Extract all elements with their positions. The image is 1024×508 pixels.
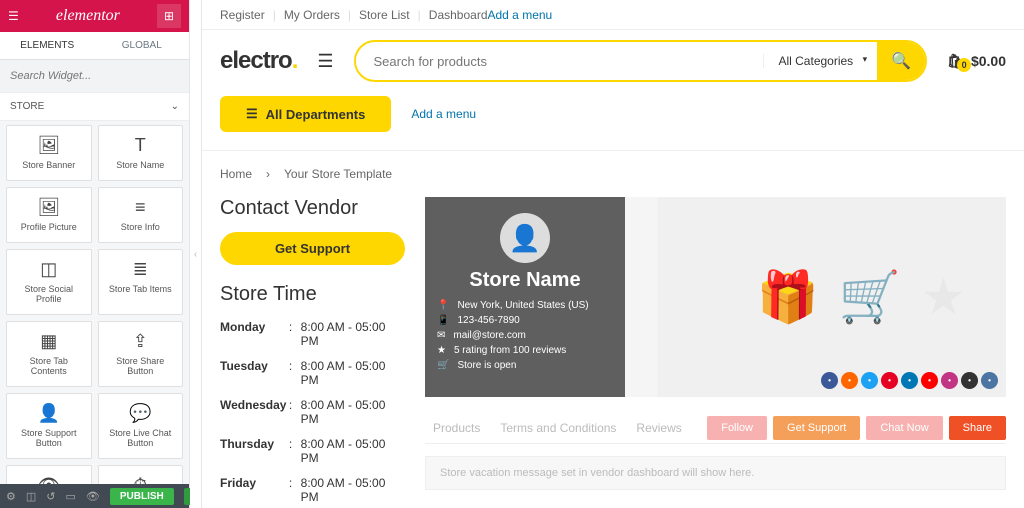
store-card: 👤 Store Name 📍New York, United States (U… bbox=[425, 197, 625, 397]
social-link[interactable]: • bbox=[881, 372, 898, 389]
vacation-message: Store vacation message set in vendor das… bbox=[425, 456, 1006, 490]
nav-store-list[interactable]: Store List bbox=[359, 8, 410, 22]
social-link[interactable]: • bbox=[901, 372, 918, 389]
tab-elements[interactable]: ELEMENTS bbox=[0, 32, 95, 59]
breadcrumb-home[interactable]: Home bbox=[220, 167, 252, 181]
menu-icon[interactable]: ☰ bbox=[8, 9, 19, 23]
avatar: 👤 bbox=[500, 213, 550, 263]
cart-icon: 🛒 bbox=[839, 268, 901, 327]
breadcrumb: Home › Your Store Template bbox=[202, 151, 1024, 197]
nav-add-menu[interactable]: Add a menu bbox=[488, 8, 1007, 22]
search-widget-input[interactable] bbox=[6, 66, 183, 86]
social-link[interactable]: • bbox=[841, 372, 858, 389]
nav-dashboard[interactable]: Dashboard bbox=[429, 8, 488, 22]
sidebar-header: ☰ elementor ⊞ bbox=[0, 0, 189, 32]
social-link[interactable]: • bbox=[941, 372, 958, 389]
tab-products[interactable]: Products bbox=[425, 415, 488, 441]
chevron-right-icon: › bbox=[266, 167, 270, 181]
widget-item[interactable]: 💬Store Live Chat Button bbox=[98, 393, 184, 459]
widget-item[interactable]: ≣Store Tab Items bbox=[98, 249, 184, 315]
section-store[interactable]: STORE ⌄ bbox=[0, 92, 189, 121]
widget-item[interactable]: 👁Store Follow Button bbox=[6, 465, 92, 484]
social-links: ••••••••• bbox=[821, 372, 998, 389]
store-time-title: Store Time bbox=[220, 283, 405, 306]
nav-my-orders[interactable]: My Orders bbox=[284, 8, 340, 22]
preview-canvas: Register| My Orders| Store List| Dashboa… bbox=[202, 0, 1024, 508]
layers-icon[interactable]: ◫ bbox=[26, 490, 36, 503]
site-logo[interactable]: electro. bbox=[220, 47, 297, 75]
history-icon[interactable]: ↺ bbox=[46, 490, 55, 503]
gift-icon: 🎁 bbox=[757, 268, 819, 327]
hours-row: Monday:8:00 AM - 05:00 PM bbox=[220, 320, 405, 348]
store-name: Store Name bbox=[437, 269, 613, 292]
elementor-sidebar: ☰ elementor ⊞ ELEMENTS GLOBAL STORE ⌄ 🖼S… bbox=[0, 0, 190, 508]
grid-icon[interactable]: ⊞ bbox=[157, 4, 181, 28]
get-support-button[interactable]: Get Support bbox=[220, 232, 405, 265]
social-link[interactable]: • bbox=[921, 372, 938, 389]
settings-icon[interactable]: ⚙ bbox=[6, 490, 16, 503]
widget-item[interactable]: ◫Store Social Profile bbox=[6, 249, 92, 315]
widget-item[interactable]: 👤Store Support Button bbox=[6, 393, 92, 459]
search-category[interactable]: All Categories bbox=[763, 54, 877, 68]
sub-header: ☰ All Departments Add a menu bbox=[202, 92, 1024, 151]
widget-item[interactable]: ≡Store Info bbox=[98, 187, 184, 243]
hamburger-icon[interactable]: ☰ bbox=[317, 51, 333, 72]
social-link[interactable]: • bbox=[961, 372, 978, 389]
preview-icon[interactable]: 👁 bbox=[86, 490, 100, 503]
star-icon: ★ bbox=[437, 345, 446, 356]
list-icon: ☰ bbox=[246, 106, 258, 122]
action-chat-now[interactable]: Chat Now bbox=[866, 416, 942, 440]
publish-button[interactable]: PUBLISH bbox=[110, 488, 174, 505]
hours-row: Wednesday:8:00 AM - 05:00 PM bbox=[220, 398, 405, 426]
hours-row: Tuesday:8:00 AM - 05:00 PM bbox=[220, 359, 405, 387]
site-header: electro. ☰ All Categories 🔍 🛍 $0.00 0 bbox=[202, 30, 1024, 92]
hours-row: Friday:8:00 AM - 05:00 PM bbox=[220, 476, 405, 504]
search-input[interactable] bbox=[356, 54, 764, 69]
social-link[interactable]: • bbox=[981, 372, 998, 389]
breadcrumb-current: Your Store Template bbox=[284, 167, 392, 181]
right-column: 🎁 🛒 ★ 👤 Store Name 📍New York, United Sta… bbox=[425, 197, 1006, 508]
search-button[interactable]: 🔍 bbox=[877, 42, 925, 80]
all-departments-button[interactable]: ☰ All Departments bbox=[220, 96, 391, 132]
add-menu-link[interactable]: Add a menu bbox=[411, 107, 476, 121]
widget-item[interactable]: ⇪Store Share Button bbox=[98, 321, 184, 387]
nav-register[interactable]: Register bbox=[220, 8, 265, 22]
cart-button[interactable]: 🛍 $0.00 0 bbox=[947, 53, 1006, 70]
elementor-logo: elementor bbox=[56, 7, 120, 25]
pin-icon: 📍 bbox=[437, 300, 449, 311]
collapse-handle[interactable]: ‹ bbox=[190, 0, 202, 508]
hours-row: Thursday:8:00 AM - 05:00 PM bbox=[220, 437, 405, 465]
responsive-icon[interactable]: ▭ bbox=[66, 490, 76, 503]
top-nav: Register| My Orders| Store List| Dashboa… bbox=[202, 0, 1024, 30]
widget-item[interactable]: ▦Store Tab Contents bbox=[6, 321, 92, 387]
action-get-support[interactable]: Get Support bbox=[773, 416, 860, 440]
cart-icon: 🛒 bbox=[437, 360, 449, 371]
store-tabs: Products Terms and Conditions Reviews Fo… bbox=[425, 415, 1006, 444]
sidebar-tabs: ELEMENTS GLOBAL bbox=[0, 32, 189, 60]
widget-item[interactable]: 🖼Profile Picture bbox=[6, 187, 92, 243]
star-icon: ★ bbox=[921, 268, 966, 326]
action-share[interactable]: Share bbox=[949, 416, 1006, 440]
sidebar-footer: ⚙ ◫ ↺ ▭ 👁 PUBLISH ▴ bbox=[0, 484, 189, 508]
tab-reviews[interactable]: Reviews bbox=[628, 415, 689, 441]
product-search: All Categories 🔍 bbox=[354, 40, 928, 82]
widget-item[interactable]: TStore Name bbox=[98, 125, 184, 181]
widget-list: 🖼Store BannerTStore Name🖼Profile Picture… bbox=[0, 121, 189, 484]
widget-item[interactable]: ⏱Store Vacation Message bbox=[98, 465, 184, 484]
contact-vendor-title: Contact Vendor bbox=[220, 197, 405, 220]
widget-item[interactable]: 🖼Store Banner bbox=[6, 125, 92, 181]
tab-terms[interactable]: Terms and Conditions bbox=[492, 415, 624, 441]
social-link[interactable]: • bbox=[821, 372, 838, 389]
tab-global[interactable]: GLOBAL bbox=[95, 32, 190, 59]
left-column: Contact Vendor Get Support Store Time Mo… bbox=[220, 197, 405, 508]
store-banner: 🎁 🛒 ★ 👤 Store Name 📍New York, United Sta… bbox=[425, 197, 1006, 397]
mail-icon: ✉ bbox=[437, 330, 445, 341]
chevron-down-icon: ⌄ bbox=[171, 101, 179, 112]
action-follow[interactable]: Follow bbox=[707, 416, 767, 440]
social-link[interactable]: • bbox=[861, 372, 878, 389]
phone-icon: 📱 bbox=[437, 315, 449, 326]
search-widget-container bbox=[0, 60, 189, 92]
